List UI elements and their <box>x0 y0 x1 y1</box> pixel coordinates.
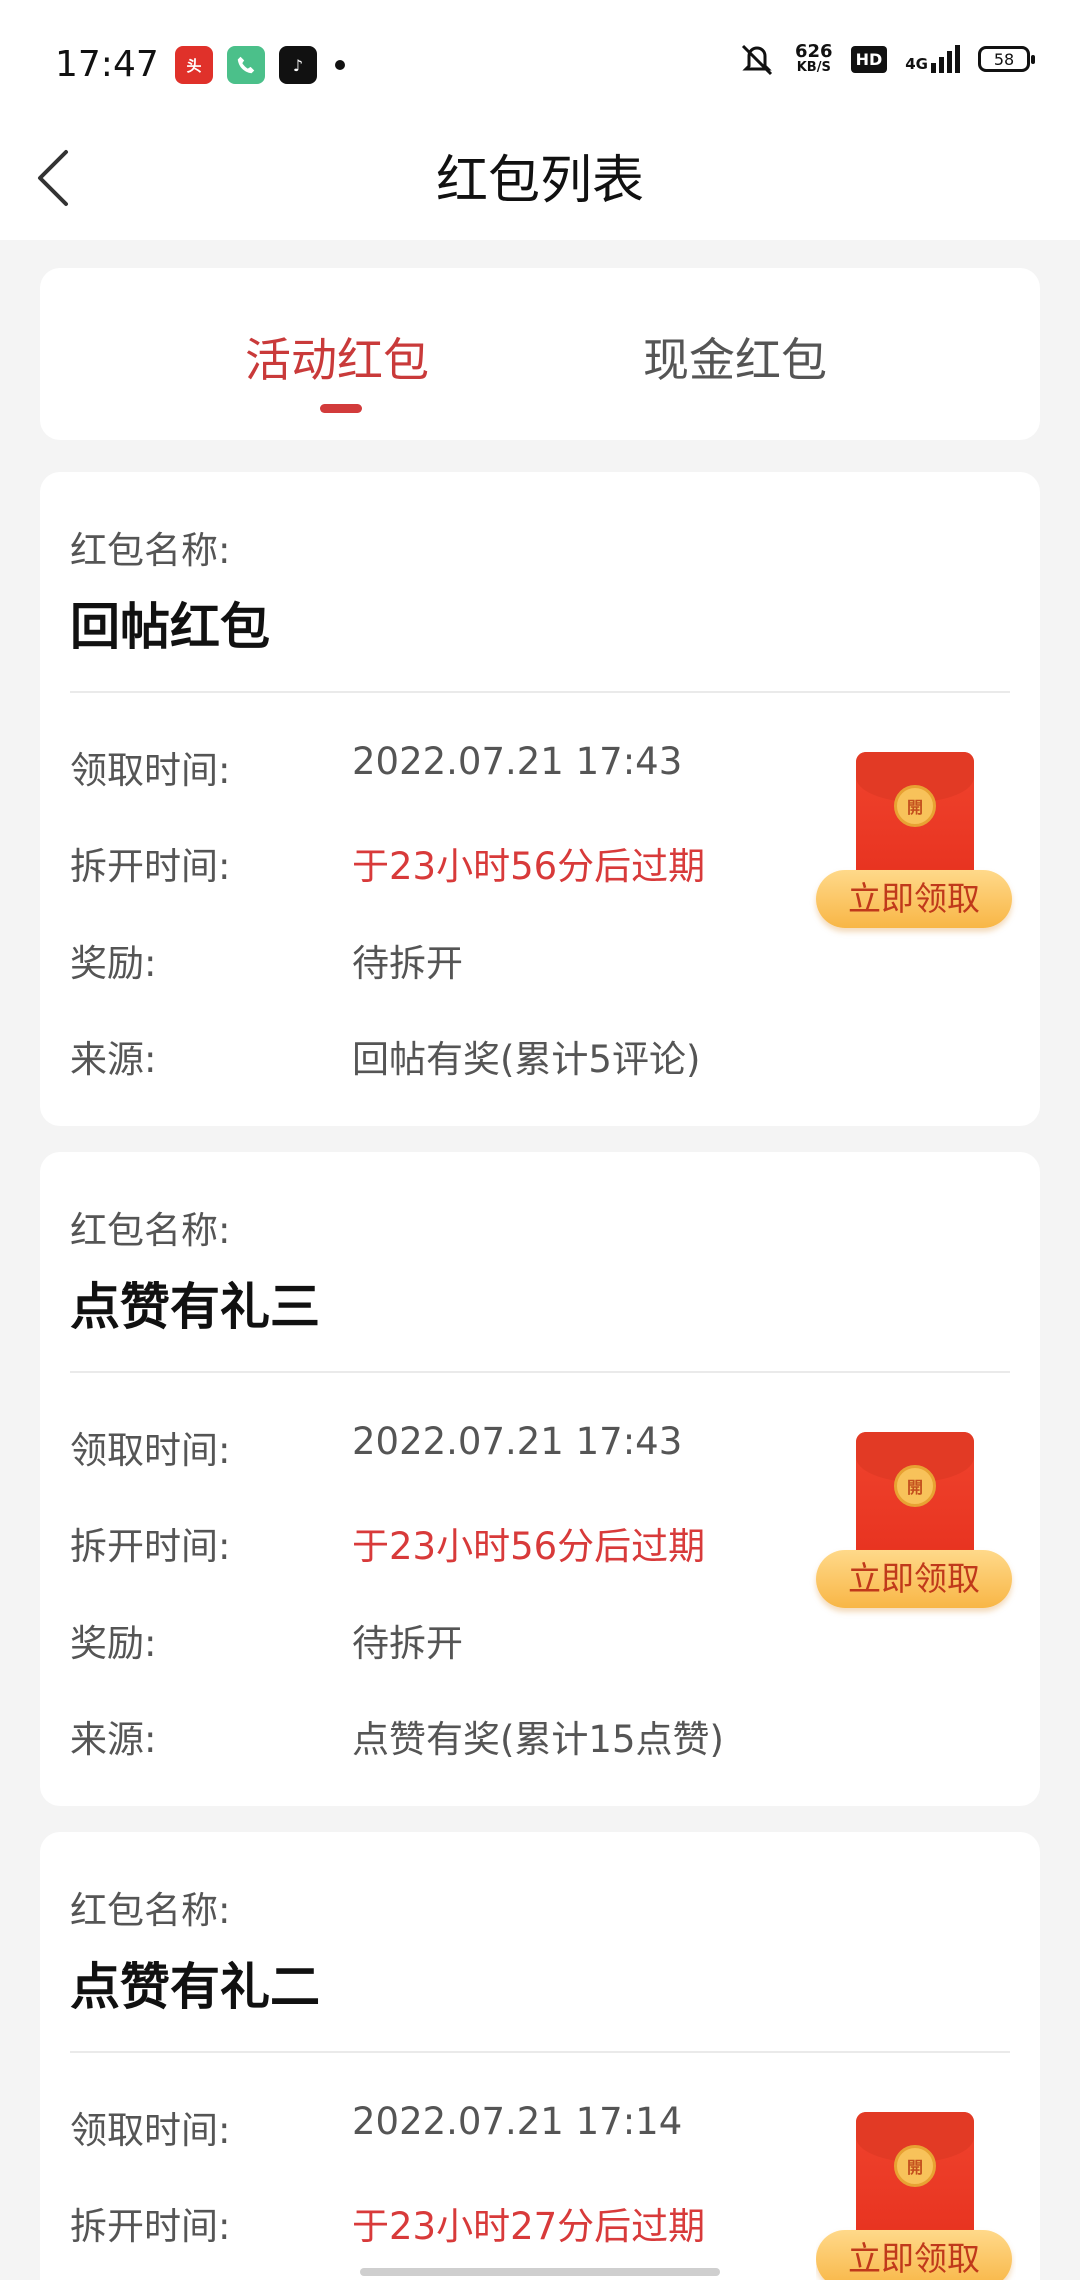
packet-name-label: 红包名称: <box>70 529 231 572</box>
notification-icons: 头 ♪ <box>175 46 345 84</box>
source-value: 点赞有奖(累计15点赞) <box>352 1718 724 1761</box>
divider <box>70 2051 1010 2053</box>
page-title: 红包列表 <box>435 151 644 211</box>
tab-cash-packets[interactable]: 现金红包 <box>643 324 827 390</box>
receive-time-value: 2022.07.21 17:43 <box>352 740 683 783</box>
status-time: 17:47 <box>55 44 159 85</box>
open-time-value: 于23小时56分后过期 <box>352 845 706 888</box>
battery-level: 58 <box>993 49 1015 69</box>
open-time-value: 于23小时27分后过期 <box>352 2205 706 2248</box>
active-tab-indicator <box>320 404 362 413</box>
open-time-label: 拆开时间: <box>70 2205 231 2248</box>
system-icons: 626 KB/S HD 4G 58 <box>737 42 1035 76</box>
seal-icon: 開 <box>894 2145 936 2187</box>
tab-bar: 活动红包 现金红包 <box>40 268 1040 440</box>
divider <box>70 691 1010 693</box>
open-time-label: 拆开时间: <box>70 1525 231 1568</box>
more-notifications-dot <box>335 60 345 70</box>
home-indicator[interactable] <box>360 2268 720 2276</box>
seal-icon: 開 <box>894 785 936 827</box>
mute-icon <box>741 44 773 76</box>
red-envelope[interactable]: 開 立即领取 <box>816 1432 1016 1612</box>
hd-badge: HD <box>850 45 888 73</box>
receive-time-value: 2022.07.21 17:14 <box>352 2100 683 2143</box>
signal-icon: 4G <box>905 45 960 73</box>
packet-name-label: 红包名称: <box>70 1209 231 1252</box>
receive-time-value: 2022.07.21 17:43 <box>352 1420 683 1463</box>
packet-name-label: 红包名称: <box>70 1889 231 1932</box>
reward-value: 待拆开 <box>352 1622 463 1665</box>
source-label: 来源: <box>70 1038 157 1081</box>
source-label: 来源: <box>70 1718 157 1761</box>
receive-time-label: 领取时间: <box>70 749 231 792</box>
packet-name: 回帖红包 <box>70 598 270 656</box>
battery-icon: 58 <box>978 46 1035 72</box>
claim-button[interactable]: 立即领取 <box>816 870 1012 928</box>
packet-name: 点赞有礼三 <box>70 1278 320 1336</box>
reward-label: 奖励: <box>70 1622 157 1665</box>
source-value: 回帖有奖(累计5评论) <box>352 1038 701 1081</box>
packet-card: 红包名称: 点赞有礼三 领取时间: 2022.07.21 17:43 拆开时间:… <box>40 1152 1040 1806</box>
toutiao-icon: 头 <box>175 46 213 84</box>
seal-icon: 開 <box>894 1465 936 1507</box>
red-envelope[interactable]: 開 立即领取 <box>816 752 1016 932</box>
red-envelope[interactable]: 開 立即领取 <box>816 2112 1016 2280</box>
net-speed-unit: KB/S <box>796 60 831 75</box>
claim-button[interactable]: 立即领取 <box>816 2230 1012 2280</box>
packet-card: 红包名称: 点赞有礼二 领取时间: 2022.07.21 17:14 拆开时间:… <box>40 1832 1040 2280</box>
nav-bar: 红包列表 <box>0 130 1080 240</box>
tab-activity-packets[interactable]: 活动红包 <box>245 324 429 390</box>
net-speed: 626 KB/S <box>795 43 833 75</box>
reward-label: 奖励: <box>70 942 157 985</box>
open-time-label: 拆开时间: <box>70 845 231 888</box>
packet-card: 红包名称: 回帖红包 领取时间: 2022.07.21 17:43 拆开时间: … <box>40 472 1040 1126</box>
phone-icon <box>227 46 265 84</box>
packet-name: 点赞有礼二 <box>70 1958 320 2016</box>
claim-button[interactable]: 立即领取 <box>816 1550 1012 1608</box>
open-time-value: 于23小时56分后过期 <box>352 1525 706 1568</box>
receive-time-label: 领取时间: <box>70 2109 231 2152</box>
net-speed-value: 626 <box>795 41 833 62</box>
reward-value: 待拆开 <box>352 942 463 985</box>
divider <box>70 1371 1010 1373</box>
receive-time-label: 领取时间: <box>70 1429 231 1472</box>
status-bar: 17:47 头 ♪ 626 KB/S HD 4G 58 <box>0 0 1080 130</box>
tiktok-icon: ♪ <box>279 46 317 84</box>
network-type: 4G <box>905 55 928 73</box>
